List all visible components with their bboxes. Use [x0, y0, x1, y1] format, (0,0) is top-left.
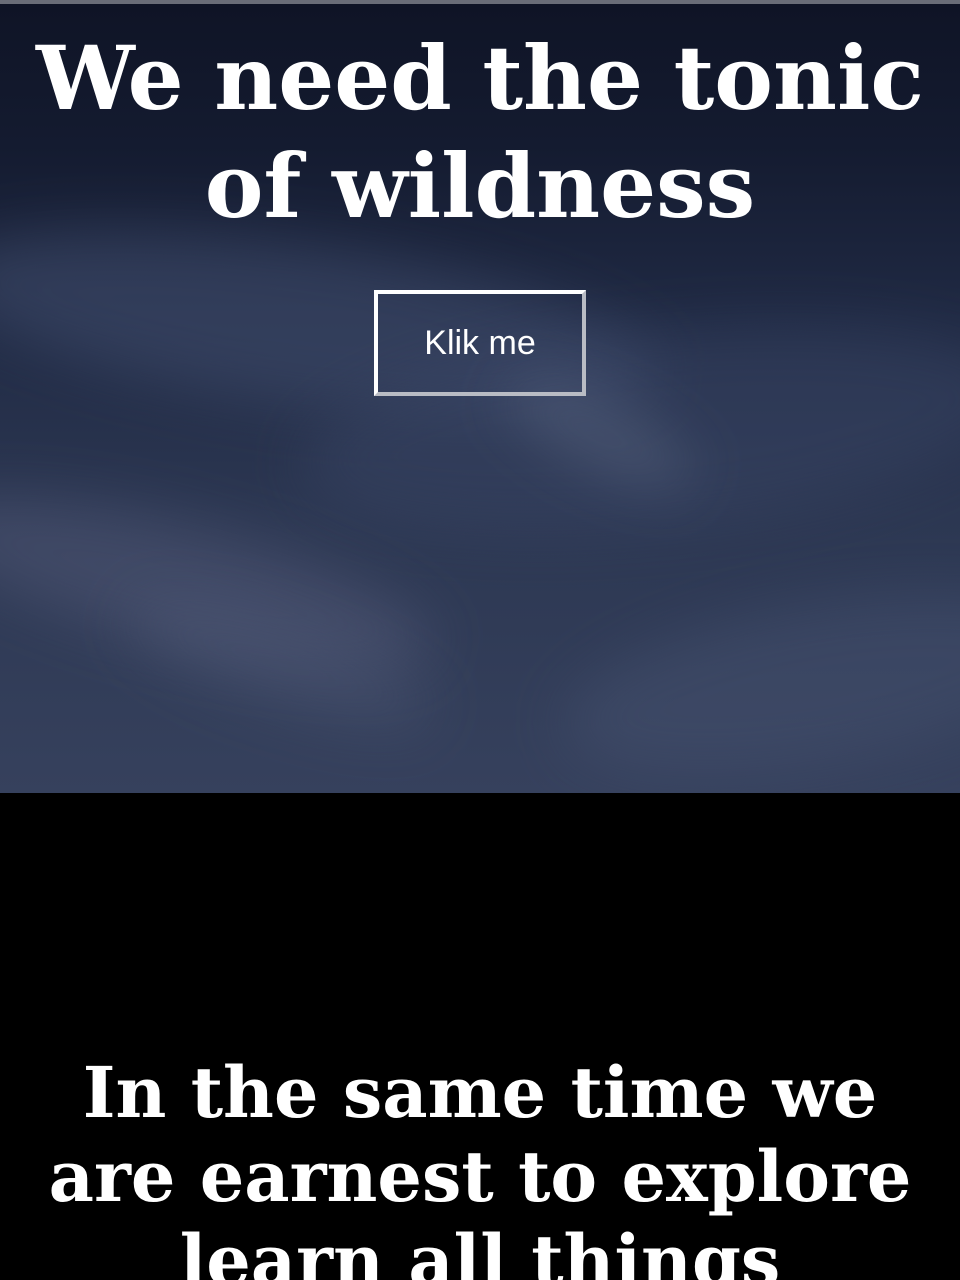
klik-me-button[interactable]: Klik me: [374, 290, 586, 396]
hero-section: We need the tonic of wildness Klik me: [0, 4, 960, 793]
cloud-layer: [550, 560, 960, 793]
hero-title: We need the tonic of wildness: [36, 26, 924, 238]
content-section: In the same time we are earnest to explo…: [0, 793, 960, 1280]
section-heading: In the same time we are earnest to explo…: [48, 1051, 912, 1280]
